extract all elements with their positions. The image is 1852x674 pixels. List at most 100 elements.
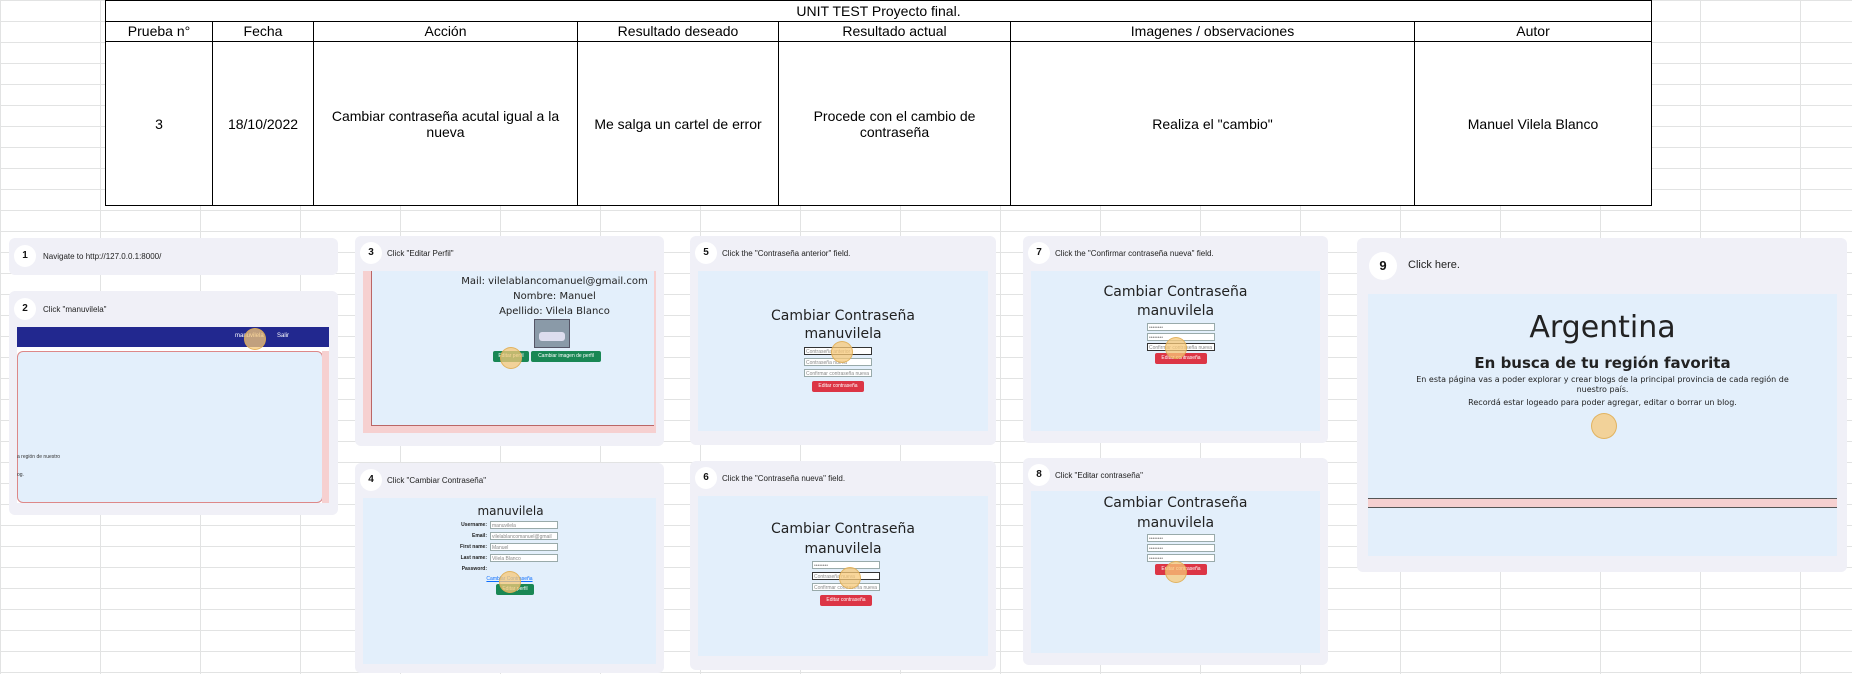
- step-text: Click "Editar contraseña": [1055, 471, 1143, 480]
- new-password-input[interactable]: ••••••••: [1147, 544, 1215, 552]
- step-text: Click "Editar Perfil": [387, 249, 454, 258]
- screenshot-change-password: Cambiar Contraseña manuvilela Contraseña…: [698, 271, 988, 431]
- click-indicator: [839, 567, 861, 589]
- step-card-3: 3 Click "Editar Perfil" Mail: vilelablan…: [355, 236, 664, 446]
- step-text: Click here.: [1408, 259, 1460, 271]
- step-number: 1: [14, 245, 36, 267]
- screenshot-change-password: Cambiar Contraseña manuvilela •••••••• C…: [698, 496, 988, 656]
- screenshot-edit-profile: manuvilela Username: manuvilela Email: v…: [363, 498, 656, 664]
- header-autor[interactable]: Autor: [1415, 21, 1651, 42]
- change-image-button[interactable]: Cambiar imagen de perfil: [531, 351, 601, 362]
- edit-password-button[interactable]: Editar contraseña: [820, 595, 872, 606]
- step-number: 2: [14, 298, 36, 320]
- username-title: manuvilela: [804, 541, 882, 557]
- cell-autor[interactable]: Manuel Vilela Blanco: [1415, 42, 1651, 205]
- profile-apellido: Apellido: Vilela Blanco: [499, 306, 610, 317]
- old-password-input[interactable]: ••••••••: [1147, 534, 1215, 542]
- step-text: Navigate to http://127.0.0.1:8000/: [43, 252, 162, 261]
- step-text: Click "manuvilela": [43, 305, 107, 314]
- home-note: Recordá estar logeado para poder agregar…: [1468, 398, 1737, 407]
- screenshot-change-password: Cambiar Contraseña manuvilela •••••••• •…: [1031, 491, 1320, 653]
- step-number: 6: [695, 467, 717, 489]
- confirm-password-input[interactable]: Confirmar contraseña nueva: [804, 369, 872, 377]
- step-card-7: 7 Click the "Confirmar contraseña nueva"…: [1023, 236, 1328, 443]
- header-resultado-deseado[interactable]: Resultado deseado: [578, 21, 779, 42]
- step-card-6: 6 Click the "Contraseña nueva" field. Ca…: [690, 461, 996, 670]
- unit-test-table: UNIT TEST Proyecto final. Prueba n° Fech…: [105, 0, 1652, 206]
- step-number: 5: [695, 242, 717, 264]
- side-border: [322, 351, 329, 503]
- home-paragraph: En esta página vas a poder explorar y cr…: [1416, 375, 1789, 394]
- click-indicator: [1591, 413, 1617, 439]
- step-card-9: 9 Click here. Argentina En busca de tu r…: [1357, 238, 1847, 572]
- click-indicator: [244, 328, 266, 350]
- content-area: [17, 351, 323, 503]
- cell-resultado-deseado[interactable]: Me salga un cartel de error: [578, 42, 779, 205]
- cell-fecha[interactable]: 18/10/2022: [213, 42, 314, 205]
- table-caption[interactable]: UNIT TEST Proyecto final.: [106, 1, 1651, 22]
- navbar: manuvilela Salir: [17, 327, 329, 347]
- header-accion[interactable]: Acción: [314, 21, 578, 42]
- header-imagenes[interactable]: Imagenes / observaciones: [1011, 21, 1415, 42]
- cell-prueba[interactable]: 3: [106, 42, 213, 205]
- change-password-title: Cambiar Contraseña: [1103, 284, 1248, 300]
- step-card-1: 1 Navigate to http://127.0.0.1:8000/: [9, 238, 338, 275]
- click-indicator: [1165, 337, 1187, 359]
- step-number: 3: [360, 242, 382, 264]
- text-fragment: a región de nuestro: [17, 454, 61, 460]
- step-text: Click the "Contraseña nueva" field.: [722, 474, 846, 483]
- footer-stripe: [1368, 498, 1837, 508]
- input-username[interactable]: manuvilela: [490, 521, 558, 529]
- label-first-name: First name:: [460, 544, 487, 550]
- header-resultado-actual[interactable]: Resultado actual: [779, 21, 1011, 42]
- click-indicator: [1165, 561, 1187, 583]
- label-username: Username:: [461, 522, 487, 528]
- step-number: 4: [360, 469, 382, 491]
- label-password: Password:: [461, 566, 487, 572]
- car-icon: [539, 332, 565, 341]
- step-text: Click the "Confirmar contraseña nueva" f…: [1055, 249, 1214, 258]
- profile-image: [534, 319, 570, 348]
- screenshot-home: manuvilela Salir a región de nuestro og.: [17, 327, 329, 503]
- input-first-name[interactable]: Manuel: [490, 543, 558, 551]
- click-indicator: [499, 571, 521, 593]
- change-password-title: Cambiar Contraseña: [771, 308, 915, 324]
- click-indicator: [831, 341, 853, 363]
- cell-accion[interactable]: Cambiar contraseña acutal igual a la nue…: [314, 42, 578, 205]
- old-password-input[interactable]: ••••••••: [1147, 323, 1215, 331]
- profile-mail: Mail: vilelablancomanuel@gmail.com: [461, 276, 648, 287]
- step-number: 8: [1028, 464, 1050, 486]
- label-email: Email:: [471, 533, 487, 539]
- step-number: 7: [1028, 242, 1050, 264]
- input-last-name[interactable]: Vilela Blanco: [490, 554, 558, 562]
- change-password-title: Cambiar Contraseña: [771, 521, 915, 537]
- username-title: manuvilela: [1136, 303, 1215, 319]
- screenshot-profile: Mail: vilelablancomanuel@gmail.com Nombr…: [363, 271, 656, 433]
- input-email[interactable]: vilelablancomanuel@gmail: [490, 532, 558, 540]
- edit-profile-title: manuvilela: [477, 504, 544, 518]
- edit-password-button[interactable]: Editar contraseña: [812, 381, 864, 392]
- nav-exit-link[interactable]: Salir: [277, 333, 289, 339]
- step-card-2: 2 Click "manuvilela" manuvilela Salir a …: [9, 291, 338, 515]
- home-title: Argentina: [1529, 310, 1676, 345]
- screenshot-change-password: Cambiar Contraseña manuvilela •••••••• •…: [1031, 271, 1320, 431]
- step-card-5: 5 Click the "Contraseña anterior" field.…: [690, 236, 996, 445]
- text-fragment: og.: [17, 472, 24, 478]
- step-text: Click the "Contraseña anterior" field.: [722, 249, 851, 258]
- step-card-4: 4 Click "Cambiar Contraseña" manuvilela …: [355, 463, 664, 673]
- confirm-password-input[interactable]: ••••••••: [1147, 554, 1215, 562]
- step-number: 9: [1369, 252, 1397, 280]
- username-title: manuvilela: [804, 326, 882, 342]
- header-fecha[interactable]: Fecha: [213, 21, 314, 42]
- username-title: manuvilela: [1136, 515, 1215, 531]
- label-last-name: Last name:: [460, 555, 487, 561]
- screenshot-home: Argentina En busca de tu región favorita…: [1368, 294, 1837, 556]
- change-password-title: Cambiar Contraseña: [1103, 495, 1248, 511]
- step-text: Click "Cambiar Contraseña": [387, 476, 487, 485]
- step-card-8: 8 Click "Editar contraseña" Cambiar Cont…: [1023, 458, 1328, 665]
- click-indicator: [500, 347, 522, 369]
- cell-resultado-actual[interactable]: Procede con el cambio de contraseña: [779, 42, 1011, 205]
- profile-nombre: Nombre: Manuel: [513, 291, 596, 302]
- cell-imagenes[interactable]: Realiza el "cambio": [1011, 42, 1415, 205]
- header-prueba[interactable]: Prueba n°: [106, 21, 213, 42]
